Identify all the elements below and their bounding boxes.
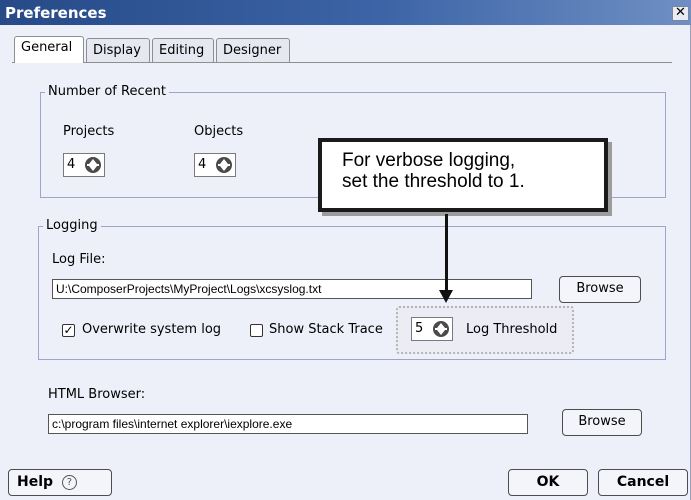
projects-value: 4 — [67, 157, 76, 172]
stack-trace-checkbox[interactable] — [250, 324, 263, 337]
title-bar[interactable]: Preferences ✕ — [0, 0, 691, 25]
threshold-value: 5 — [415, 321, 424, 336]
tab-label: Designer — [223, 43, 282, 58]
window-title: Preferences — [5, 4, 107, 22]
spin-arrows-icon[interactable] — [433, 321, 449, 337]
cancel-label: Cancel — [616, 474, 670, 490]
ok-label: OK — [536, 474, 560, 490]
spin-arrows-icon[interactable] — [85, 157, 101, 173]
help-icon: ? — [61, 475, 77, 490]
help-label: Help — [17, 474, 54, 490]
preferences-dialog: Preferences ✕ General Display Editing De… — [0, 0, 691, 500]
overwrite-checkbox[interactable]: ✓ — [62, 324, 75, 337]
tab-label: Editing — [159, 43, 205, 58]
html-browse-button[interactable]: Browse — [562, 409, 642, 436]
arrow-down-icon — [439, 290, 453, 303]
html-browser-field[interactable]: c:\program files\internet explorer\iexpl… — [48, 414, 528, 434]
log-file-label: Log File: — [52, 252, 106, 267]
projects-label: Projects — [63, 124, 115, 139]
ok-button[interactable]: OK — [508, 469, 588, 496]
tab-editing[interactable]: Editing — [152, 38, 214, 62]
stack-trace-label: Show Stack Trace — [269, 322, 383, 337]
objects-stepper[interactable]: 4 — [194, 153, 236, 177]
close-icon: ✕ — [675, 5, 686, 20]
log-threshold-label: Log Threshold — [466, 322, 558, 337]
tab-display[interactable]: Display — [86, 38, 150, 62]
tab-designer[interactable]: Designer — [216, 38, 290, 62]
help-button[interactable]: Help ? — [8, 469, 112, 496]
tab-general[interactable]: General — [14, 36, 84, 63]
tab-label: General — [21, 40, 73, 55]
objects-label: Objects — [194, 124, 244, 139]
callout-line-2: set the threshold to 1. — [342, 171, 525, 192]
tab-divider — [12, 62, 672, 63]
logging-legend: Logging — [43, 218, 101, 233]
callout-note: For verbose logging, set the threshold t… — [318, 138, 608, 212]
projects-stepper[interactable]: 4 — [63, 153, 105, 177]
browse-label: Browse — [578, 414, 626, 429]
log-file-field[interactable]: U:\ComposerProjects\MyProject\Logs\xcsys… — [52, 279, 532, 299]
log-threshold-stepper[interactable]: 5 — [411, 317, 453, 341]
callout-line-1: For verbose logging, — [342, 150, 516, 171]
browse-label: Browse — [576, 281, 624, 296]
log-browse-button[interactable]: Browse — [559, 276, 641, 303]
close-button[interactable]: ✕ — [672, 6, 689, 21]
recent-legend: Number of Recent — [45, 84, 169, 99]
spin-arrows-icon[interactable] — [216, 157, 232, 173]
overwrite-label: Overwrite system log — [82, 322, 222, 337]
check-icon: ✓ — [63, 323, 74, 337]
html-browser-label: HTML Browser: — [48, 387, 146, 402]
objects-value: 4 — [198, 157, 207, 172]
callout-arrow — [445, 214, 448, 292]
cancel-button[interactable]: Cancel — [598, 469, 688, 496]
tab-label: Display — [93, 43, 141, 58]
